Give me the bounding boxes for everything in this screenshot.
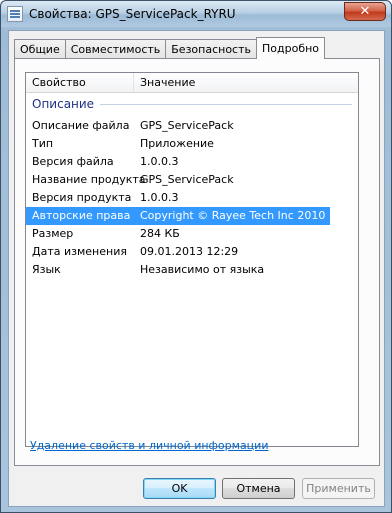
property-key: Язык [32, 263, 61, 276]
cancel-button[interactable]: Отмена [222, 478, 295, 499]
group-divider [100, 104, 352, 105]
group-label: Описание [32, 97, 95, 111]
list-item[interactable]: Дата изменения 09.01.2013 12:29 [26, 243, 358, 261]
tab-details[interactable]: Подробно [256, 37, 326, 59]
property-key: Авторские права [32, 209, 131, 222]
list-item[interactable]: Размер 284 КБ [26, 225, 358, 243]
property-key: Версия файла [32, 155, 114, 168]
property-key: Размер [32, 227, 74, 240]
tab-strip: Общие Совместимость Безопасность Подробн… [14, 37, 326, 59]
list-item[interactable]: Название продукта GPS_ServicePack [26, 171, 358, 189]
list-item[interactable]: Тип Приложение [26, 135, 358, 153]
property-key: Тип [32, 137, 54, 150]
property-value: 1.0.0.3 [140, 191, 179, 204]
property-value: GPS_ServicePack [140, 119, 234, 132]
list-item[interactable]: Версия файла 1.0.0.3 [26, 153, 358, 171]
title-bar[interactable]: Свойства: GPS_ServicePack_RYRU ✕ [1, 1, 391, 27]
tab-security[interactable]: Безопасность [165, 39, 257, 59]
property-value: Независимо от языка [140, 263, 265, 276]
property-value: 284 КБ [140, 227, 180, 240]
file-properties-icon [7, 6, 23, 22]
apply-button[interactable]: Применить [302, 478, 375, 499]
list-item[interactable]: Язык Независимо от языка [26, 261, 358, 279]
property-value: Приложение [140, 137, 214, 150]
property-key: Дата изменения [32, 245, 127, 258]
property-value: GPS_ServicePack [140, 173, 234, 186]
tab-compatibility[interactable]: Совместимость [64, 39, 167, 59]
group-description: Описание [32, 95, 352, 113]
list-item[interactable]: Версия продукта 1.0.0.3 [26, 189, 358, 207]
column-header-value[interactable]: Значение [134, 73, 358, 92]
property-value: 09.01.2013 12:29 [140, 245, 239, 258]
list-item[interactable]: Описание файла GPS_ServicePack [26, 117, 358, 135]
details-panel: Свойство Значение Описание Описание файл… [14, 58, 380, 466]
remove-properties-link[interactable]: Удаление свойств и личной информации [30, 439, 268, 452]
list-header: Свойство Значение [26, 73, 358, 93]
property-key: Название продукта [32, 173, 146, 186]
property-value: Copyright © Rayee Tech Inc 2010 [140, 209, 326, 222]
property-value: 1.0.0.3 [140, 155, 179, 168]
property-list[interactable]: Свойство Значение Описание Описание файл… [25, 72, 359, 447]
dialog-client-area: Общие Совместимость Безопасность Подробн… [8, 30, 385, 507]
property-key: Версия продукта [32, 191, 132, 204]
window-title: Свойства: GPS_ServicePack_RYRU [29, 7, 236, 21]
property-key: Описание файла [32, 119, 130, 132]
close-button[interactable]: ✕ [344, 2, 386, 21]
property-rows: Описание файла GPS_ServicePack Тип Приложе… [26, 117, 358, 279]
list-item-selected[interactable]: Авторские права Copyright © Rayee Tech In… [26, 207, 330, 225]
ok-button[interactable]: OK [143, 478, 216, 499]
tab-general[interactable]: Общие [14, 39, 66, 59]
properties-window: Свойства: GPS_ServicePack_RYRU ✕ Общие С… [0, 0, 392, 513]
column-header-property[interactable]: Свойство [26, 73, 134, 92]
